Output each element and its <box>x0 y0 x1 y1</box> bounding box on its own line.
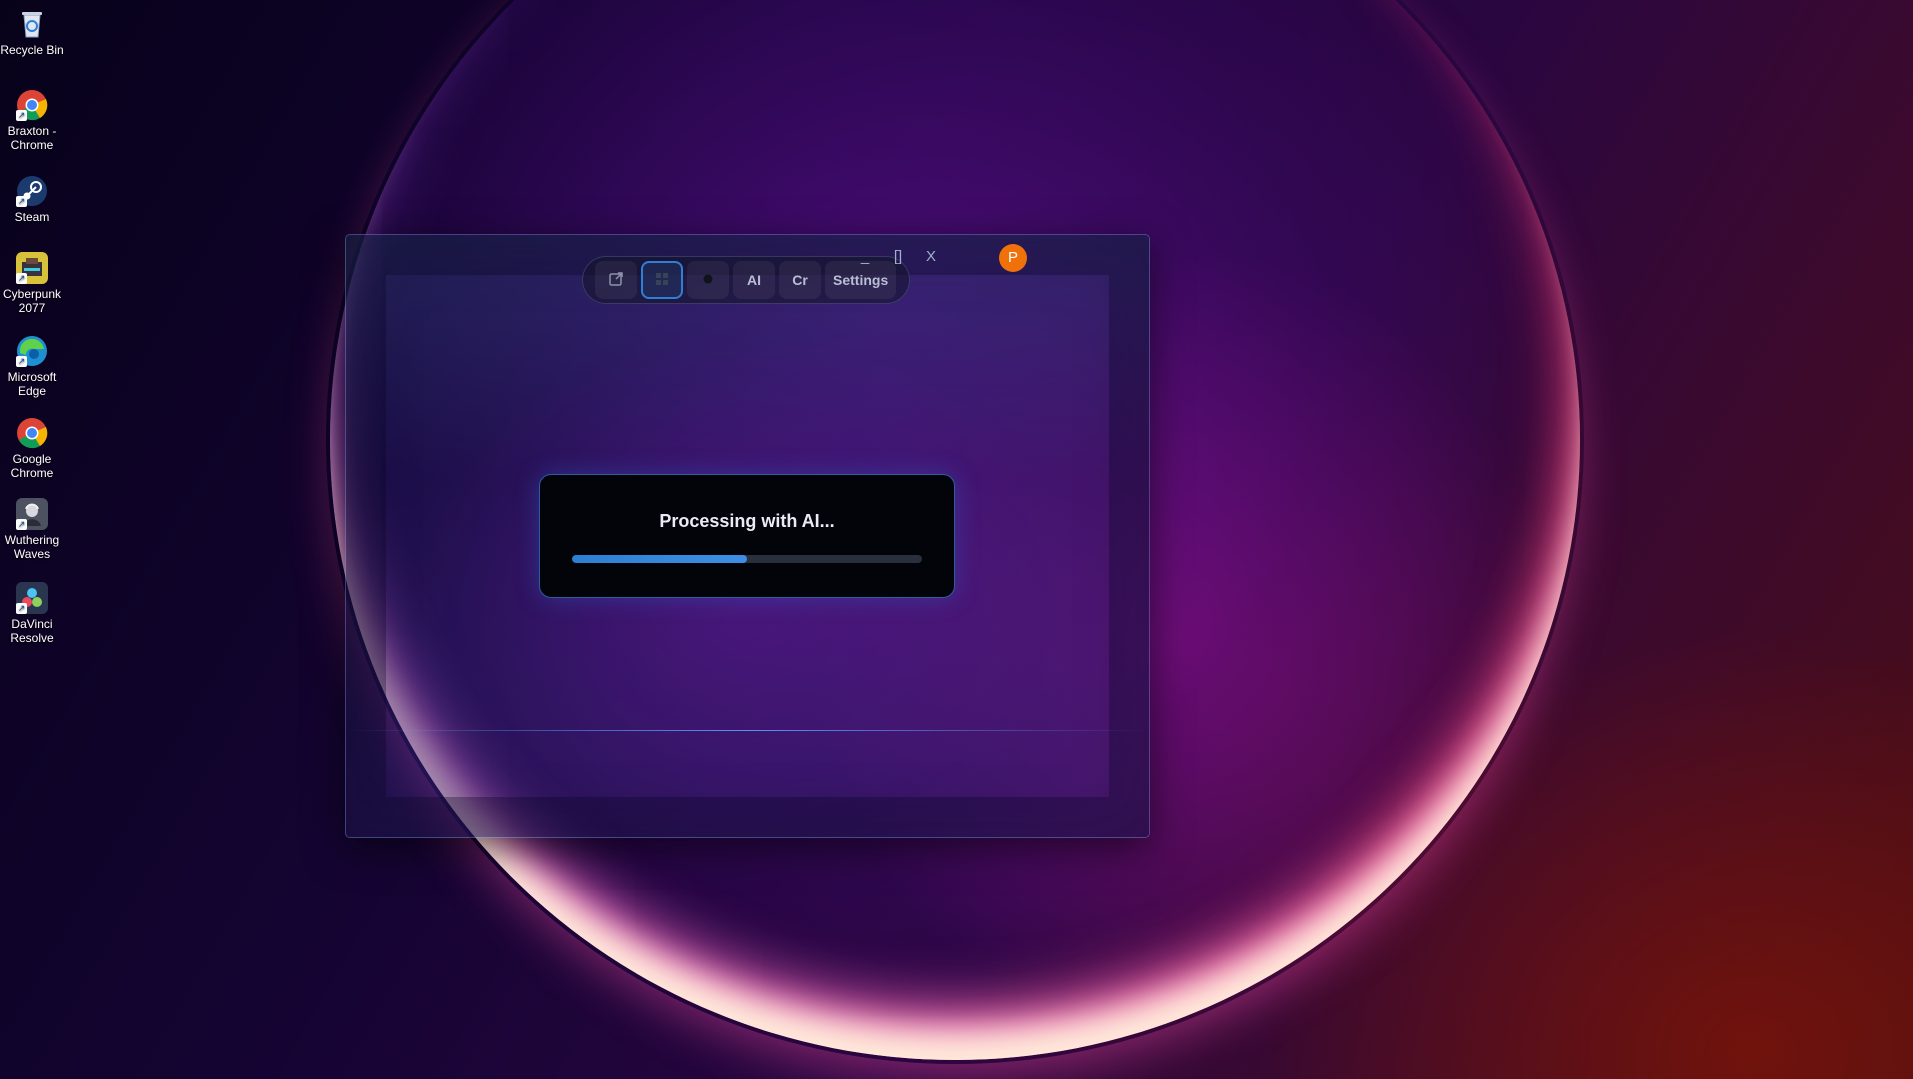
desktop-icon-braxton-chrome[interactable]: ↗ Braxton - Chrome <box>0 89 64 152</box>
desktop-icon-label: Braxton - Chrome <box>7 124 57 152</box>
record-button[interactable] <box>687 261 729 299</box>
desktop: Recycle Bin ↗ Braxton - Chrome ↗ Steam ↗… <box>0 0 1913 1079</box>
chrome-icon <box>16 417 48 449</box>
ai-button[interactable]: AI <box>733 261 775 299</box>
wuthering-waves-icon: ↗ <box>16 498 48 530</box>
desktop-icon-label: Steam <box>14 210 50 224</box>
minimize-button[interactable]: _ <box>855 247 875 267</box>
desktop-icon-label: Recycle Bin <box>0 43 64 57</box>
davinci-resolve-icon: ↗ <box>16 582 48 614</box>
shortcut-arrow-icon: ↗ <box>16 603 27 614</box>
shortcut-arrow-icon: ↗ <box>16 519 27 530</box>
desktop-icon-steam[interactable]: ↗ Steam <box>0 175 64 224</box>
shortcut-arrow-icon: ↗ <box>16 196 27 207</box>
desktop-icon-recycle-bin[interactable]: Recycle Bin <box>0 8 64 57</box>
desktop-icon-label: DaVinci Resolve <box>10 617 54 645</box>
shortcut-arrow-icon: ↗ <box>16 110 27 121</box>
desktop-icon-label: Wuthering Waves <box>4 533 60 561</box>
capture-button[interactable] <box>595 261 637 299</box>
desktop-icon-label: Google Chrome <box>10 452 54 480</box>
maximize-button[interactable]: [] <box>888 247 908 267</box>
close-button[interactable]: X <box>921 247 941 267</box>
divider-line <box>346 730 1149 731</box>
grid-button[interactable] <box>641 261 683 299</box>
processing-title: Processing with AI... <box>659 511 835 531</box>
shortcut-arrow-icon: ↗ <box>16 273 27 284</box>
shortcut-arrow-icon: ↗ <box>16 356 27 367</box>
steam-icon: ↗ <box>16 175 48 207</box>
desktop-icon-wuthering-waves[interactable]: ↗ Wuthering Waves <box>0 498 64 561</box>
app-window: AI Cr Settings P _ [] X Processing with … <box>345 234 1150 838</box>
grid-icon <box>654 271 670 290</box>
progress-bar <box>572 555 922 563</box>
chrome-icon: ↗ <box>16 89 48 121</box>
avatar[interactable]: P <box>999 244 1027 272</box>
recycle-bin-icon <box>16 8 48 40</box>
progress-bar-fill <box>572 555 747 563</box>
capture-icon <box>608 271 624 290</box>
edge-icon: ↗ <box>16 335 48 367</box>
cyberpunk-icon: ↗ <box>16 252 48 284</box>
desktop-icon-davinci-resolve[interactable]: ↗ DaVinci Resolve <box>0 582 64 645</box>
desktop-icon-label: Cyberpunk 2077 <box>2 287 62 315</box>
desktop-icon-cyberpunk[interactable]: ↗ Cyberpunk 2077 <box>0 252 64 315</box>
desktop-icon-edge[interactable]: ↗ Microsoft Edge <box>0 335 64 398</box>
cr-button[interactable]: Cr <box>779 261 821 299</box>
record-dot-icon <box>702 272 714 288</box>
desktop-icon-google-chrome[interactable]: Google Chrome <box>0 417 64 480</box>
desktop-icon-label: Microsoft Edge <box>7 370 57 398</box>
processing-dialog: Processing with AI... <box>539 474 955 598</box>
